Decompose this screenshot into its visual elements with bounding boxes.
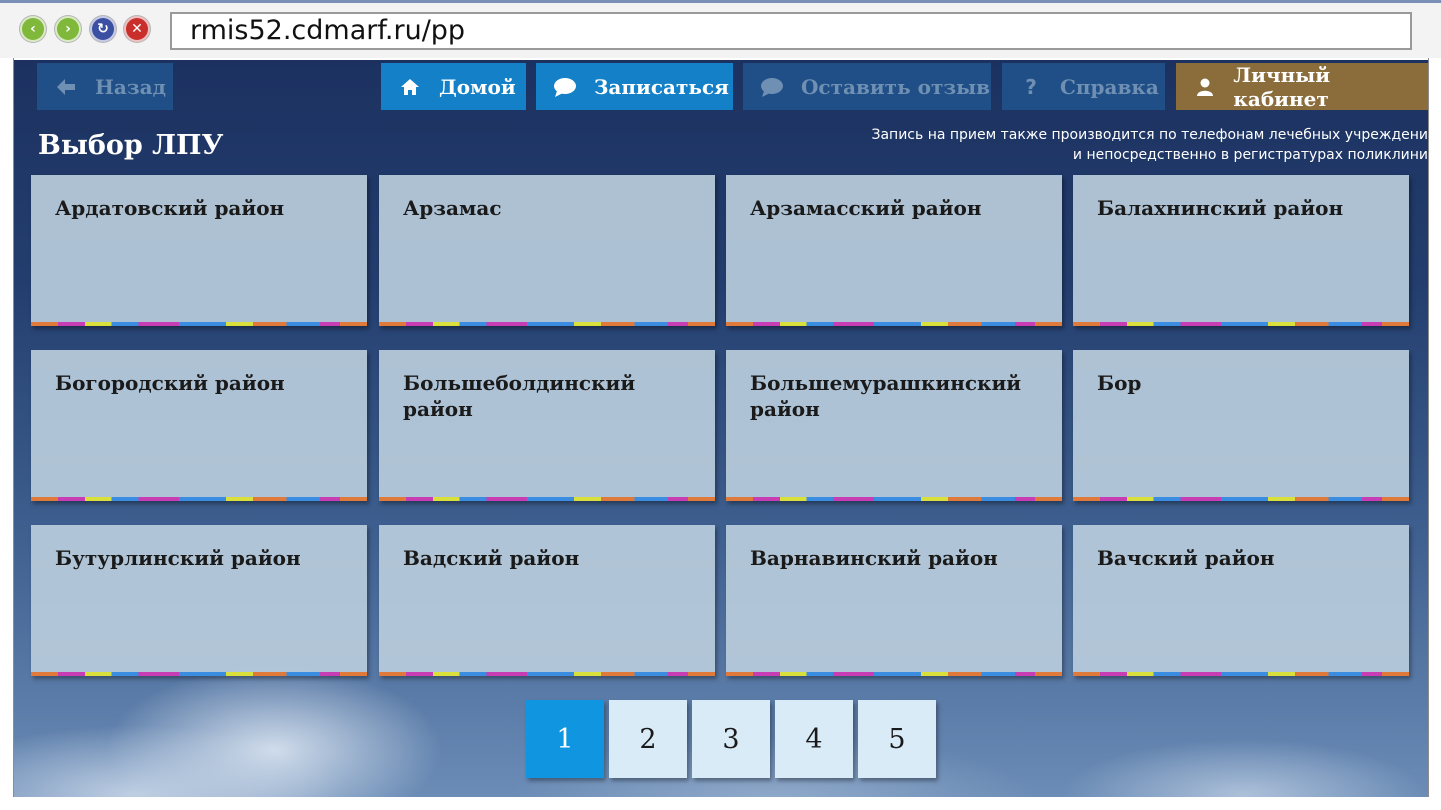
district-card[interactable]: Богородский район (31, 350, 367, 501)
district-name: Вачский район (1097, 546, 1275, 570)
district-card[interactable]: Варнавинский район (726, 525, 1062, 676)
page-title: Выбор ЛПУ (38, 130, 224, 161)
arrow-left-icon (53, 77, 79, 97)
phone-notice: Запись на прием также производится по те… (808, 125, 1429, 165)
window-border-left (0, 58, 14, 810)
speech-bubble-icon (552, 77, 578, 97)
help-label: Справка (1060, 74, 1159, 99)
color-stripe (379, 672, 715, 676)
district-name: Бор (1097, 371, 1142, 395)
district-name: Бутурлинский район (55, 546, 301, 570)
leave-review-label: Оставить отзыв (801, 74, 991, 99)
color-stripe (31, 322, 367, 326)
district-card[interactable]: Бор (1073, 350, 1409, 501)
color-stripe (379, 322, 715, 326)
user-icon (1192, 77, 1217, 97)
address-bar[interactable]: rmis52.cdmarf.ru/pp (170, 12, 1412, 50)
district-name: Богородский район (55, 371, 285, 395)
district-name: Балахнинский район (1097, 196, 1344, 220)
page-button-5[interactable]: 5 (858, 700, 936, 778)
page-button-4[interactable]: 4 (775, 700, 853, 778)
home-icon (397, 77, 423, 97)
page-button-3[interactable]: 3 (692, 700, 770, 778)
district-card[interactable]: Ардатовский район (31, 175, 367, 326)
book-appointment-button[interactable]: Записаться (536, 63, 733, 110)
color-stripe (31, 497, 367, 501)
page-content: Назад Домой Записаться Оставить отзыв ? … (14, 60, 1428, 797)
color-stripe (379, 497, 715, 501)
color-stripe (726, 322, 1062, 326)
book-appointment-label: Записаться (594, 74, 729, 99)
personal-cabinet-label: Личный кабинет (1233, 62, 1331, 111)
district-card[interactable]: Арзамас (379, 175, 715, 326)
district-card[interactable]: Большеболдинский район (379, 350, 715, 501)
browser-forward-icon[interactable]: › (55, 16, 81, 42)
color-stripe (31, 672, 367, 676)
district-name: Варнавинский район (750, 546, 998, 570)
district-card[interactable]: Вадский район (379, 525, 715, 676)
notice-line-2: и непосредственно в регистратурах поликл… (1072, 147, 1428, 163)
personal-cabinet-button[interactable]: Личный кабинет (1176, 62, 1428, 111)
color-stripe (726, 497, 1062, 501)
browser-back-icon[interactable]: ‹ (20, 16, 46, 42)
back-button-label: Назад (95, 74, 166, 99)
page-button-1[interactable]: 1 (526, 700, 604, 778)
color-stripe (1073, 322, 1409, 326)
district-card[interactable]: Балахнинский район (1073, 175, 1409, 326)
speech-bubble-icon (759, 77, 785, 97)
district-card[interactable]: Арзамасский район (726, 175, 1062, 326)
window-border-right (1428, 58, 1441, 810)
color-stripe (726, 672, 1062, 676)
district-name: Ардатовский район (55, 196, 285, 220)
notice-line-1: Запись на прием также производится по те… (871, 127, 1429, 143)
help-button[interactable]: ? Справка (1002, 63, 1165, 110)
color-stripe (1073, 672, 1409, 676)
browser-toolbar: ‹ › ↻ ✕ rmis52.cdmarf.ru/pp (0, 0, 1441, 58)
color-stripe (1073, 497, 1409, 501)
home-button[interactable]: Домой (381, 63, 526, 110)
browser-stop-icon[interactable]: ✕ (124, 16, 150, 42)
home-button-label: Домой (439, 74, 516, 99)
leave-review-button[interactable]: Оставить отзыв (743, 63, 991, 110)
back-button[interactable]: Назад (37, 63, 173, 110)
browser-reload-icon[interactable]: ↻ (90, 16, 116, 42)
district-name: Арзамас (403, 196, 502, 220)
district-name: Большемурашкинский район (750, 371, 1022, 421)
page-button-2[interactable]: 2 (609, 700, 687, 778)
district-name: Арзамасский район (750, 196, 982, 220)
window-border-bottom (0, 797, 1441, 810)
district-name: Большеболдинский район (403, 371, 636, 421)
question-icon: ? (1025, 74, 1037, 99)
district-card[interactable]: Бутурлинский район (31, 525, 367, 676)
district-name: Вадский район (403, 546, 580, 570)
district-card[interactable]: Вачский район (1073, 525, 1409, 676)
district-card[interactable]: Большемурашкинский район (726, 350, 1062, 501)
